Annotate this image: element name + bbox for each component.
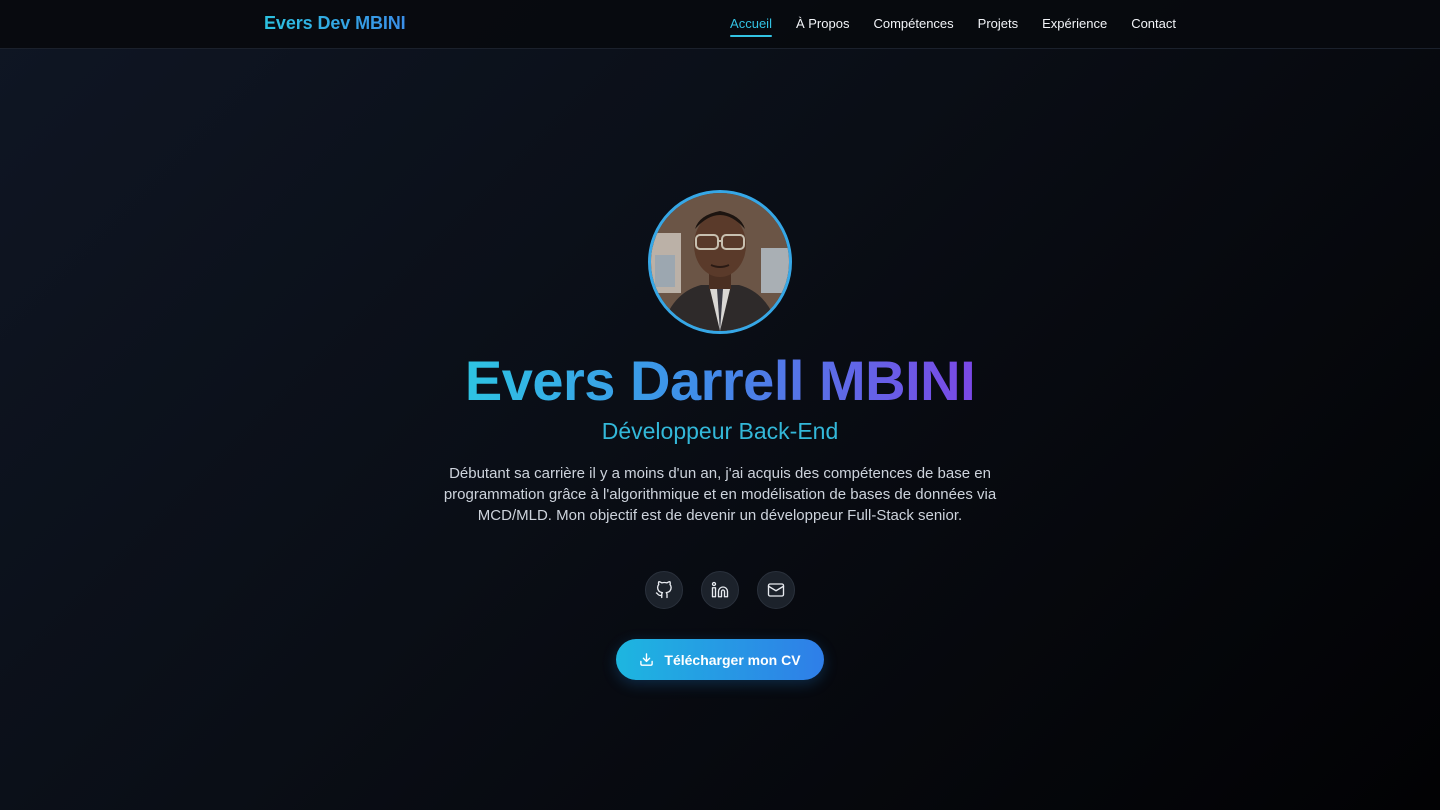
- nav-link-accueil[interactable]: Accueil: [730, 16, 772, 37]
- nav-links: Accueil À Propos Compétences Projets Exp…: [730, 16, 1176, 37]
- linkedin-button[interactable]: [701, 571, 739, 609]
- nav-link-competences[interactable]: Compétences: [873, 16, 953, 33]
- hero-name: Evers Darrell MBINI: [0, 349, 1440, 413]
- linkedin-icon: [711, 581, 729, 598]
- hero-description: Débutant sa carrière il y a moins d'un a…: [443, 465, 997, 524]
- hero-role: Développeur Back-End: [601, 418, 839, 444]
- nav-link-a-propos[interactable]: À Propos: [796, 16, 849, 33]
- nav-link-experience[interactable]: Expérience: [1042, 16, 1107, 33]
- nav-link-contact[interactable]: Contact: [1131, 16, 1176, 33]
- github-button[interactable]: [645, 571, 683, 609]
- navbar: Evers Dev MBINI Accueil À Propos Compéte…: [0, 0, 1440, 49]
- download-icon: [640, 653, 654, 666]
- mail-button[interactable]: [757, 571, 795, 609]
- social-links: [0, 571, 1440, 609]
- avatar: [648, 190, 792, 334]
- brand-logo[interactable]: Evers Dev MBINI: [264, 13, 406, 34]
- download-cv-button[interactable]: Télécharger mon CV: [616, 639, 824, 680]
- download-cv-label: Télécharger mon CV: [664, 651, 801, 668]
- hero-name-text: Evers Darrell MBINI: [464, 349, 976, 412]
- mail-icon: [767, 583, 785, 597]
- avatar-portrait: [651, 193, 789, 331]
- hero-section: Evers Darrell MBINI Développeur Back-End…: [0, 49, 1440, 810]
- nav-link-projets[interactable]: Projets: [978, 16, 1018, 33]
- github-icon: [655, 581, 672, 599]
